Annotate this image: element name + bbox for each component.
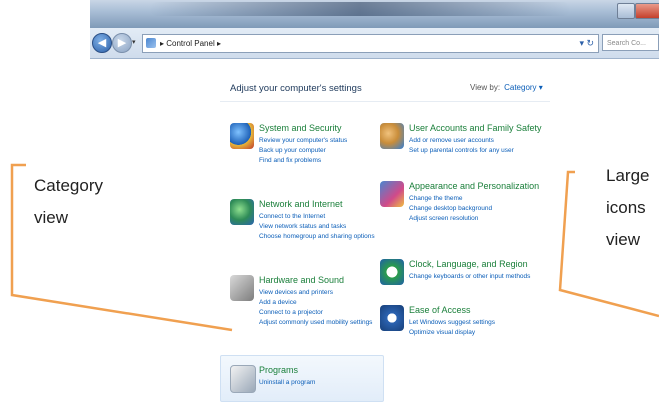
left-callout-line: Category xyxy=(34,176,103,195)
left-callout-line: view xyxy=(34,208,69,227)
right-callout-line: view xyxy=(606,230,641,249)
right-callout-line: Large xyxy=(606,166,650,185)
right-callout-line: icons xyxy=(606,198,646,217)
right-callout-label: Large icons view xyxy=(606,160,649,256)
left-callout-label: Category view xyxy=(34,170,103,234)
